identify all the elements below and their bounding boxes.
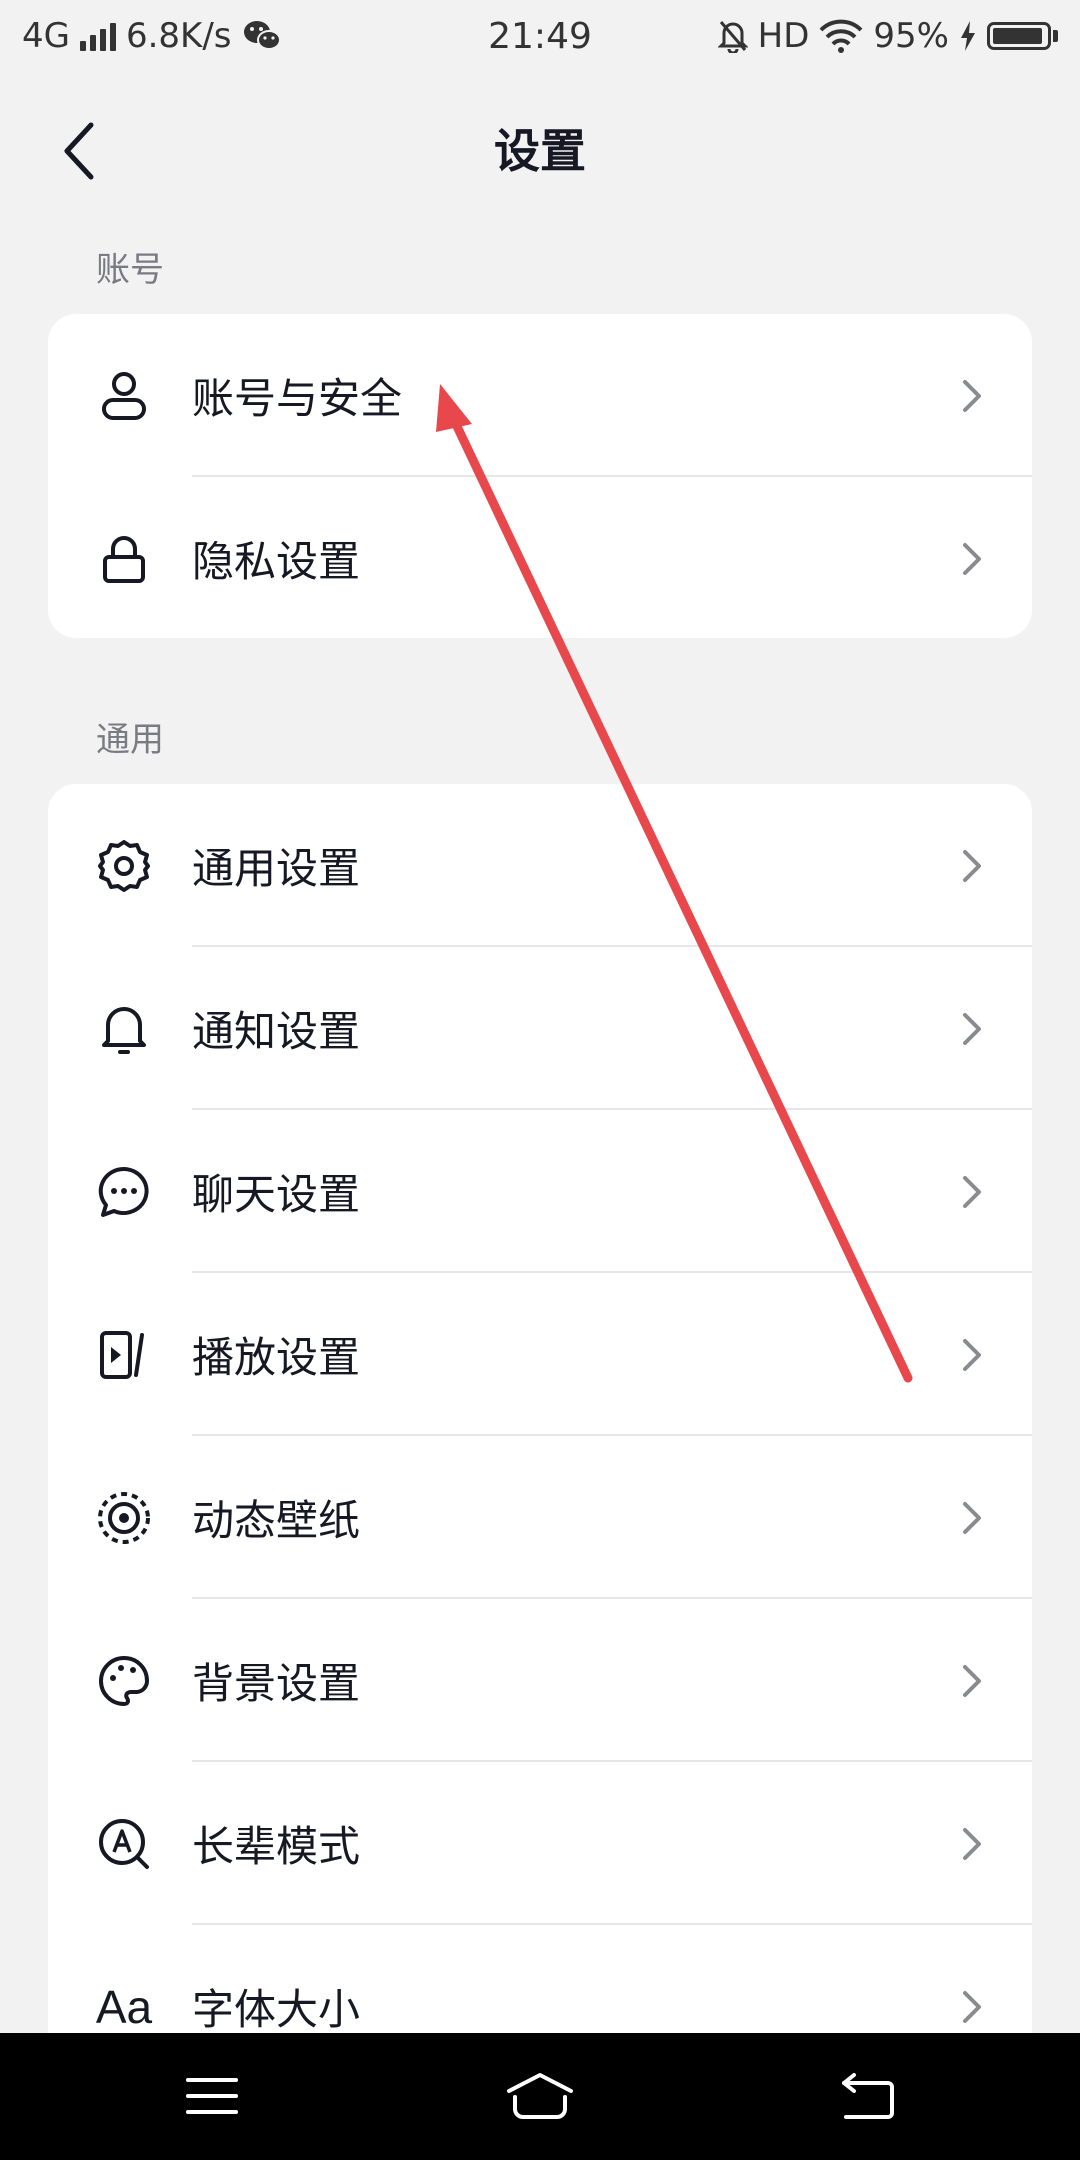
status-right: HD 95% — [717, 16, 1058, 56]
header: 设置 — [0, 96, 1080, 206]
chevron-right-icon — [963, 1827, 981, 1860]
network-type: 4G — [22, 16, 70, 56]
battery-icon — [987, 22, 1058, 50]
nav-back-icon — [842, 2073, 894, 2119]
section-label-account: 账号 — [96, 250, 164, 290]
menu-button[interactable] — [172, 2061, 252, 2131]
home-icon — [507, 2073, 573, 2119]
settings-row-label: 长辈模式 — [192, 1822, 361, 1871]
general-card: 通用设置 通知设置 聊天设置 播放设置 动态壁纸 背景设置 长辈模式 Aa 字体… — [48, 784, 1032, 2104]
chevron-right-icon — [963, 1664, 981, 1697]
nav-back-button[interactable] — [828, 2061, 908, 2131]
network-speed: 6.8K/s — [125, 16, 232, 56]
signal-icon — [79, 21, 116, 51]
settings-row-privacy[interactable]: 隐私设置 — [48, 477, 1032, 638]
settings-row-account-security[interactable]: 账号与安全 — [48, 314, 1032, 477]
system-nav-bar — [0, 2033, 1080, 2160]
font-size-icon: Aa — [95, 1980, 153, 2033]
chevron-right-icon — [963, 849, 981, 882]
elder-mode-icon — [96, 1816, 152, 1872]
settings-row-label: 隐私设置 — [192, 537, 361, 586]
settings-row-general[interactable]: 通用设置 — [48, 784, 1032, 947]
settings-row-label: 账号与安全 — [192, 374, 403, 423]
settings-row-background[interactable]: 背景设置 — [48, 1599, 1032, 1762]
gear-icon — [96, 838, 152, 894]
user-icon — [96, 368, 152, 424]
palette-icon — [96, 1653, 152, 1709]
mute-bell-icon — [717, 21, 748, 53]
lock-icon — [96, 531, 152, 587]
section-label-general: 通用 — [96, 720, 164, 760]
page-title: 设置 — [494, 124, 586, 178]
settings-row-playback[interactable]: 播放设置 — [48, 1273, 1032, 1436]
account-card: 账号与安全 隐私设置 — [48, 314, 1032, 638]
chevron-right-icon — [963, 542, 981, 575]
settings-row-elder-mode[interactable]: 长辈模式 — [48, 1762, 1032, 1925]
chevron-right-icon — [963, 1175, 981, 1208]
hd-badge: HD — [757, 16, 810, 56]
status-bar: 4G 6.8K/s 21:49 HD 95% — [0, 0, 1080, 72]
settings-row-label: 聊天设置 — [192, 1170, 361, 1219]
live-wallpaper-icon — [96, 1490, 152, 1546]
chevron-right-icon — [963, 1501, 981, 1534]
chevron-right-icon — [963, 379, 981, 412]
battery-percent: 95% — [873, 16, 949, 56]
wechat-icon — [243, 21, 281, 50]
chevron-right-icon — [963, 1012, 981, 1045]
bell-icon — [96, 1001, 152, 1057]
chat-bubble-icon — [96, 1164, 152, 1220]
settings-row-label: 通知设置 — [192, 1007, 361, 1056]
menu-icon — [186, 2078, 238, 2114]
chevron-right-icon — [963, 1990, 981, 2023]
settings-row-label: 播放设置 — [192, 1333, 361, 1382]
settings-row-live-wallpaper[interactable]: 动态壁纸 — [48, 1436, 1032, 1599]
chevron-right-icon — [963, 1338, 981, 1371]
settings-row-chat[interactable]: 聊天设置 — [48, 1110, 1032, 1273]
settings-row-notifications[interactable]: 通知设置 — [48, 947, 1032, 1110]
settings-row-label: 背景设置 — [192, 1659, 361, 1708]
settings-row-label: 动态壁纸 — [192, 1496, 361, 1545]
settings-row-label: 字体大小 — [192, 1985, 361, 2034]
home-button[interactable] — [500, 2061, 580, 2131]
settings-row-label: 通用设置 — [192, 844, 361, 893]
wifi-icon — [819, 19, 863, 53]
charging-icon — [961, 21, 975, 51]
status-left: 4G 6.8K/s — [22, 16, 282, 56]
play-screen-icon — [96, 1327, 152, 1383]
